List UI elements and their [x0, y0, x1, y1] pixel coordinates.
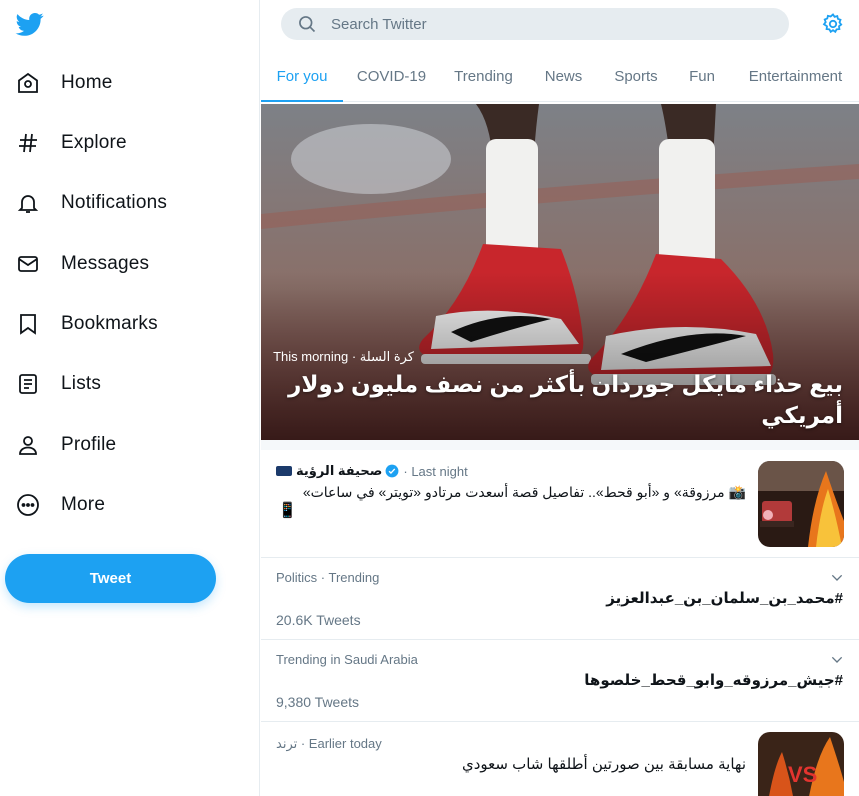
news-time: · Last night: [403, 463, 468, 479]
sidebar-item-profile[interactable]: Profile: [15, 425, 116, 465]
sidebar-item-label: Explore: [61, 132, 127, 153]
sidebar-item-lists[interactable]: Lists: [15, 364, 101, 404]
trend-count: 9,380 Tweets: [276, 694, 360, 710]
divider: [261, 440, 859, 450]
tab-for-you[interactable]: For you: [261, 52, 343, 102]
tab-trending[interactable]: Trending: [440, 52, 527, 101]
svg-text:VS: VS: [788, 762, 817, 787]
trend-context: ترند · Earlier today: [276, 736, 382, 751]
tab-covid-19[interactable]: COVID-19: [343, 52, 440, 101]
home-icon: [15, 70, 41, 96]
sidebar-item-more[interactable]: More: [15, 485, 105, 525]
news-headline: 📸 مرزوقة» و «أبو قحط».. تفاصيل قصة أسعدت…: [302, 484, 746, 500]
tweet-button[interactable]: Tweet: [5, 554, 216, 603]
sidebar-item-explore[interactable]: Explore: [15, 123, 127, 163]
chevron-down-icon[interactable]: [829, 652, 845, 668]
person-icon: [15, 432, 41, 458]
sidebar-item-messages[interactable]: Messages: [15, 244, 149, 284]
trend-name: #جيش_مرزوقه_وابو_قحط_خلصوها: [584, 672, 843, 689]
sidebar-item-label: Profile: [61, 434, 117, 455]
tab-entertainment[interactable]: Entertainment: [732, 52, 859, 101]
trend-name: #محمد_بن_سلمان_بن_عبدالعزيز: [606, 590, 843, 607]
gear-icon[interactable]: [821, 12, 845, 36]
tab-news[interactable]: News: [527, 52, 600, 101]
trend-item[interactable]: Trending in Saudi Arabia #جيش_مرزوقه_واب…: [261, 640, 859, 722]
explore-main: For you COVID-19 Trending News Sports Fu…: [261, 0, 859, 796]
sidebar-item-home[interactable]: Home: [15, 63, 112, 103]
bell-icon: [15, 190, 41, 216]
search-icon: [297, 14, 317, 34]
news-item[interactable]: صحيفة الرؤية · Last night 📸 مرزوقة» و «أ…: [261, 450, 859, 558]
sidebar-item-label: Lists: [61, 373, 102, 394]
sidebar-item-label: Messages: [61, 253, 150, 274]
sidebar-item-bookmarks[interactable]: Bookmarks: [15, 304, 158, 344]
news-extra: 📱: [278, 502, 297, 519]
trend-item[interactable]: Politics · Trending #محمد_بن_سلمان_بن_عب…: [261, 558, 859, 640]
trend-context: Politics · Trending: [276, 570, 380, 585]
sidebar-item-label: More: [61, 494, 106, 515]
trend-context: Trending in Saudi Arabia: [276, 652, 418, 667]
tab-sports[interactable]: Sports: [600, 52, 672, 101]
trend-item[interactable]: ترند · Earlier today نهاية مسابقة بين صو…: [261, 722, 859, 796]
tab-fun[interactable]: Fun: [672, 52, 732, 101]
trend-thumbnail: VS: [758, 732, 844, 796]
verified-badge-icon: [385, 464, 399, 478]
trend-count: 20.6K Tweets: [276, 612, 361, 628]
hero-meta: كرة السلة · This morning: [273, 349, 414, 364]
sidebar: Home Explore Notifications Messages Book…: [0, 0, 260, 796]
news-source: صحيفة الرؤية · Last night: [276, 463, 468, 479]
hero-title: بيع حذاء مايكل جوردان بأكثر من نصف مليون…: [288, 371, 843, 428]
more-circle-icon: [15, 492, 41, 518]
sidebar-item-notifications[interactable]: Notifications: [15, 183, 167, 223]
trend-name: نهاية مسابقة بين صورتين أطلقها شاب سعودي: [461, 756, 746, 773]
envelope-icon: [15, 251, 41, 277]
sidebar-item-label: Notifications: [61, 192, 168, 213]
sidebar-item-label: Bookmarks: [61, 313, 158, 334]
twitter-bird-icon[interactable]: [15, 10, 45, 38]
list-icon: [15, 371, 41, 397]
news-thumbnail: [758, 461, 844, 547]
hashtag-icon: [15, 130, 41, 156]
hero-story[interactable]: كرة السلة · This morning بيع حذاء مايكل …: [261, 104, 859, 440]
search-bar[interactable]: [281, 8, 789, 40]
sidebar-item-label: Home: [61, 72, 113, 93]
search-input[interactable]: [331, 15, 751, 33]
explore-tabs: For you COVID-19 Trending News Sports Fu…: [261, 52, 859, 102]
bookmark-icon: [15, 311, 41, 337]
source-logo-icon: [276, 466, 292, 476]
news-source-name: صحيفة الرؤية: [296, 463, 383, 478]
chevron-down-icon[interactable]: [829, 570, 845, 586]
